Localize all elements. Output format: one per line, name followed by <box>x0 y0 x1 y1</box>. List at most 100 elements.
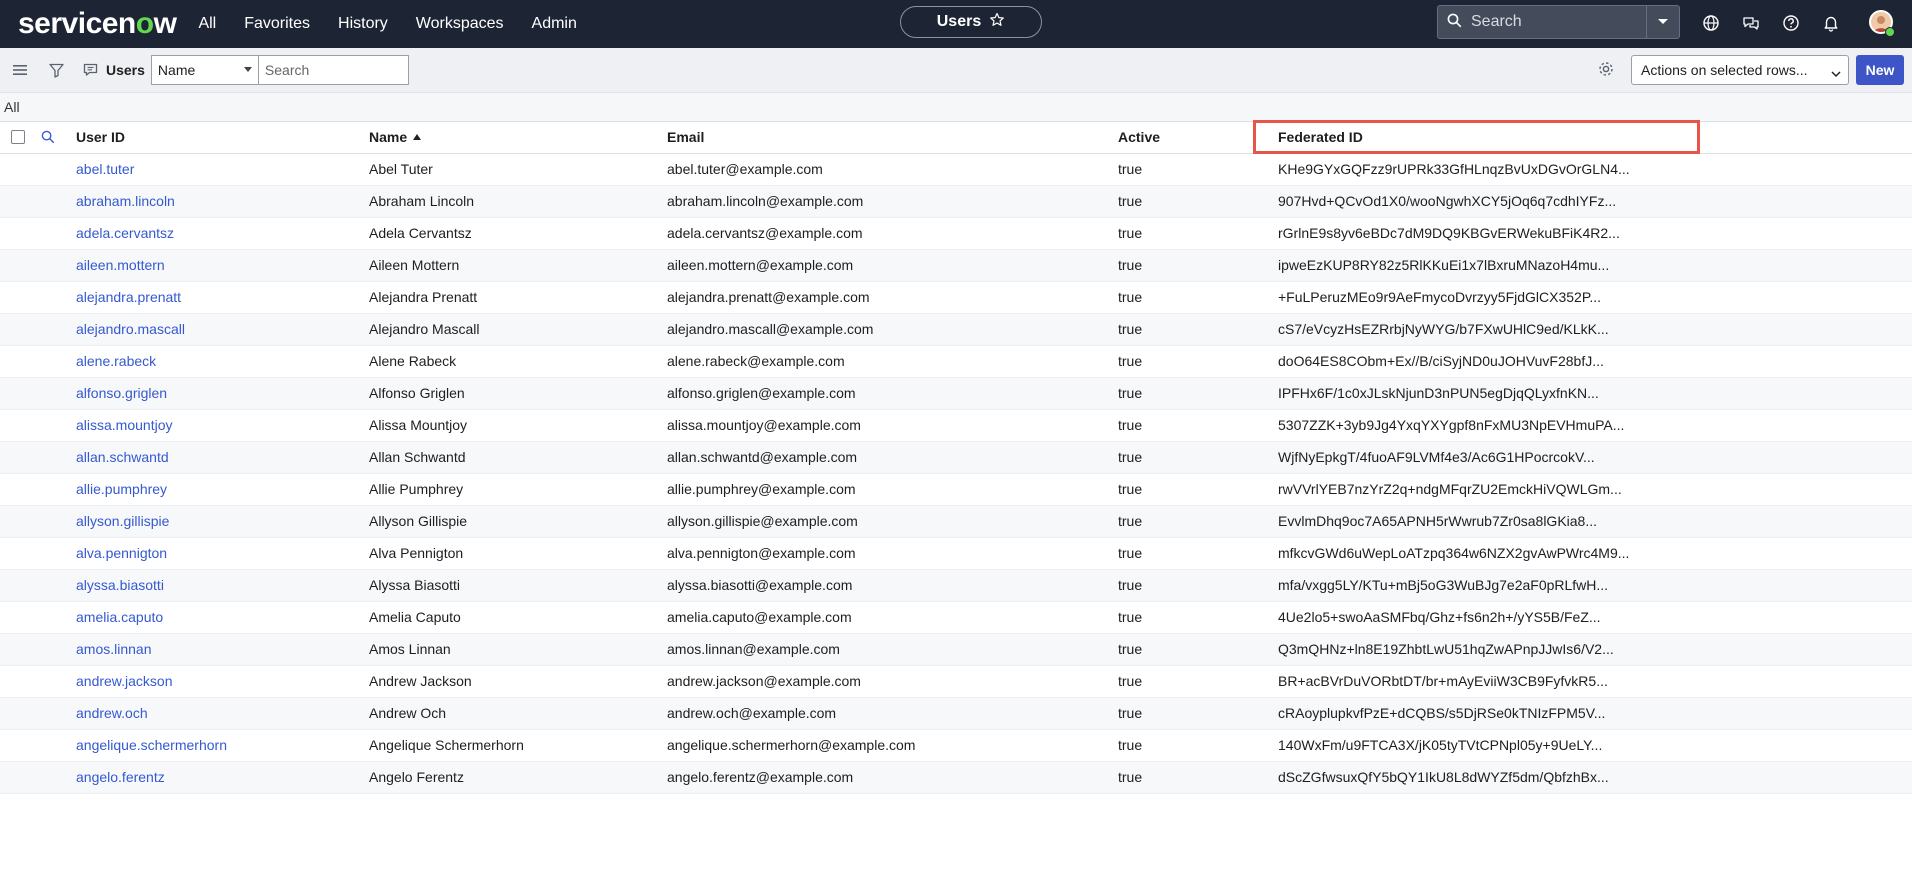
cell-email: alejandra.prenatt@example.com <box>667 289 870 305</box>
cell-active: true <box>1118 257 1143 273</box>
table-header: User ID Name Email Active Federated ID <box>0 120 1912 154</box>
cell-user-id[interactable]: alissa.mountjoy <box>76 410 173 441</box>
cell-federated-id: EvvlmDhq9oc7A65APNH5rWwrub7Zr0sa8lGKia8.… <box>1278 513 1598 529</box>
actions-select[interactable]: Actions on selected rows... <box>1631 55 1849 85</box>
table-row[interactable]: allan.schwantd Allan Schwantd allan.schwan… <box>0 442 1912 474</box>
cell-email: adela.cervantsz@example.com <box>667 225 863 241</box>
search-icon <box>1447 13 1463 31</box>
column-header-user-id[interactable]: User ID <box>76 122 125 153</box>
cell-user-id[interactable]: abel.tuter <box>76 154 134 185</box>
cell-name: Allyson Gillispie <box>369 513 468 529</box>
globe-icon[interactable] <box>1700 12 1722 34</box>
cell-federated-id: dScZGfwsuxQfY5bQY1IkU8L8dWYZf5dm/QbfzhBx… <box>1278 769 1609 785</box>
cell-active: true <box>1118 385 1143 401</box>
search-field-select[interactable]: Name <box>150 55 259 85</box>
table-row[interactable]: amelia.caputo Amelia Caputo amelia.caputo@… <box>0 602 1912 634</box>
table-row[interactable]: angelique.schermerhorn Angelique Schermer… <box>0 730 1912 762</box>
cell-federated-id: ipweEzKUP8RY82z5RlKKuEi1x7lBxruMNazoH4mu… <box>1278 257 1610 273</box>
new-button[interactable]: New <box>1856 55 1904 85</box>
gear-icon[interactable] <box>1597 60 1617 80</box>
cell-user-id[interactable]: allyson.gillispie <box>76 506 169 537</box>
table-row[interactable]: allyson.gillispie Allyson Gillispie allyso… <box>0 506 1912 538</box>
cell-email: angelique.schermerhorn@example.com <box>667 737 916 753</box>
filter-icon[interactable] <box>46 60 66 80</box>
column-header-email[interactable]: Email <box>667 122 704 153</box>
cell-user-id[interactable]: alyssa.biasotti <box>76 570 164 601</box>
cell-email: abel.tuter@example.com <box>667 161 823 177</box>
cell-user-id[interactable]: adela.cervantsz <box>76 218 174 249</box>
cell-user-id[interactable]: alene.rabeck <box>76 346 156 377</box>
cell-user-id[interactable]: amos.linnan <box>76 634 152 665</box>
table-row[interactable]: abel.tuter Abel Tuter abel.tuter@example.c… <box>0 154 1912 186</box>
cell-active: true <box>1118 545 1143 561</box>
logo-text: servicen <box>18 7 136 40</box>
bell-icon[interactable] <box>1820 12 1842 34</box>
select-all-checkbox[interactable] <box>11 130 25 144</box>
cell-active: true <box>1118 321 1143 337</box>
global-search[interactable]: Search <box>1437 5 1680 39</box>
table-row[interactable]: angelo.ferentz Angelo Ferentz angelo.feren… <box>0 762 1912 794</box>
column-header-active[interactable]: Active <box>1118 122 1160 153</box>
table-row[interactable]: alva.pennigton Alva Pennigton alva.pennigt… <box>0 538 1912 570</box>
nav-all[interactable]: All <box>198 15 216 33</box>
comment-icon[interactable] <box>80 60 100 80</box>
cell-user-id[interactable]: angelique.schermerhorn <box>76 730 227 761</box>
cell-name: Alfonso Griglen <box>369 385 465 401</box>
nav-favorites[interactable]: Favorites <box>244 15 310 33</box>
menu-icon[interactable] <box>10 60 30 80</box>
cell-active: true <box>1118 769 1143 785</box>
cell-name: Alene Rabeck <box>369 353 457 369</box>
cell-active: true <box>1118 161 1143 177</box>
list-search-input[interactable]: Search <box>258 55 409 85</box>
help-icon[interactable] <box>1780 12 1802 34</box>
table-row[interactable]: alissa.mountjoy Alissa Mountjoy alissa.mou… <box>0 410 1912 442</box>
cell-name: Angelo Ferentz <box>369 769 464 785</box>
nav-admin[interactable]: Admin <box>532 15 577 33</box>
cell-user-id[interactable]: amelia.caputo <box>76 602 163 633</box>
table-row[interactable]: aileen.mottern Aileen Mottern aileen.motte… <box>0 250 1912 282</box>
cell-user-id[interactable]: allan.schwantd <box>76 442 169 473</box>
cell-name: Amelia Caputo <box>369 609 461 625</box>
cell-user-id[interactable]: aileen.mottern <box>76 250 165 281</box>
cell-user-id[interactable]: alejandra.prenatt <box>76 282 181 313</box>
list-toolbar: Users Name Search Actions on selected ro… <box>0 48 1912 93</box>
cell-federated-id: 5307ZZK+3yb9Jg4YxqYXYgpf8nFxMU3NpEVHmuPA… <box>1278 417 1625 433</box>
cell-user-id[interactable]: abraham.lincoln <box>76 186 175 217</box>
cell-name: Aileen Mottern <box>369 257 460 273</box>
star-icon[interactable] <box>989 12 1005 33</box>
table-row[interactable]: alejandro.mascall Alejandro Mascall alejan… <box>0 314 1912 346</box>
table-row[interactable]: amos.linnan Amos Linnan amos.linnan@exampl… <box>0 634 1912 666</box>
cell-email: alyssa.biasotti@example.com <box>667 577 853 593</box>
chat-icon[interactable] <box>1740 12 1762 34</box>
cell-active: true <box>1118 193 1143 209</box>
nav-history[interactable]: History <box>338 15 388 33</box>
cell-user-id[interactable]: andrew.och <box>76 698 148 729</box>
cell-active: true <box>1118 577 1143 593</box>
cell-name: Andrew Jackson <box>369 673 472 689</box>
cell-user-id[interactable]: alva.pennigton <box>76 538 167 569</box>
table-row[interactable]: alene.rabeck Alene Rabeck alene.rabeck@exa… <box>0 346 1912 378</box>
table-row[interactable]: adela.cervantsz Adela Cervantsz adela.cerv… <box>0 218 1912 250</box>
cell-user-id[interactable]: allie.pumphrey <box>76 474 167 505</box>
nav-workspaces[interactable]: Workspaces <box>416 15 504 33</box>
breadcrumb[interactable]: All <box>0 93 1912 121</box>
global-search-input[interactable]: Search <box>1471 13 1646 31</box>
cell-user-id[interactable]: angelo.ferentz <box>76 762 165 793</box>
cell-user-id[interactable]: alfonso.griglen <box>76 378 167 409</box>
table-row[interactable]: alyssa.biasotti Alyssa Biasotti alyssa.bia… <box>0 570 1912 602</box>
table-row[interactable]: alfonso.griglen Alfonso Griglen alfonso.gr… <box>0 378 1912 410</box>
table-row[interactable]: andrew.och Andrew Och andrew.och@example.c… <box>0 698 1912 730</box>
chevron-down-icon[interactable] <box>1646 6 1679 38</box>
context-title-pill[interactable]: Users <box>900 6 1042 38</box>
cell-user-id[interactable]: alejandro.mascall <box>76 314 185 345</box>
search-icon[interactable] <box>41 130 55 144</box>
table-row[interactable]: andrew.jackson Andrew Jackson andrew.jacks… <box>0 666 1912 698</box>
servicenow-logo[interactable]: servicenow <box>18 0 177 48</box>
column-header-name[interactable]: Name <box>369 122 422 153</box>
table-row[interactable]: alejandra.prenatt Alejandra Prenatt alejan… <box>0 282 1912 314</box>
cell-user-id[interactable]: andrew.jackson <box>76 666 173 697</box>
table-row[interactable]: abraham.lincoln Abraham Lincoln abraham.li… <box>0 186 1912 218</box>
table-row[interactable]: allie.pumphrey Allie Pumphrey allie.pumphr… <box>0 474 1912 506</box>
cell-name: Alejandro Mascall <box>369 321 480 337</box>
cell-email: allan.schwantd@example.com <box>667 449 858 465</box>
